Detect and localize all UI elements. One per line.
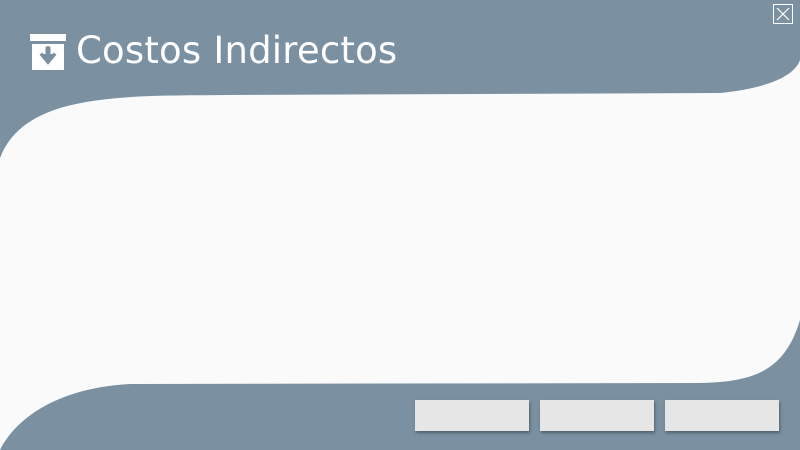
close-button[interactable]	[773, 4, 793, 24]
close-icon	[776, 7, 790, 21]
footer-button-3[interactable]	[665, 400, 779, 431]
footer-button-2[interactable]	[540, 400, 654, 431]
costos-indirectos-dialog: Costos Indirectos	[0, 0, 800, 450]
footer-button-1[interactable]	[415, 400, 529, 431]
archive-download-icon	[30, 34, 66, 70]
page-title: Costos Indirectos	[76, 29, 398, 72]
header: Costos Indirectos	[30, 26, 397, 76]
footer-buttons	[415, 400, 779, 431]
